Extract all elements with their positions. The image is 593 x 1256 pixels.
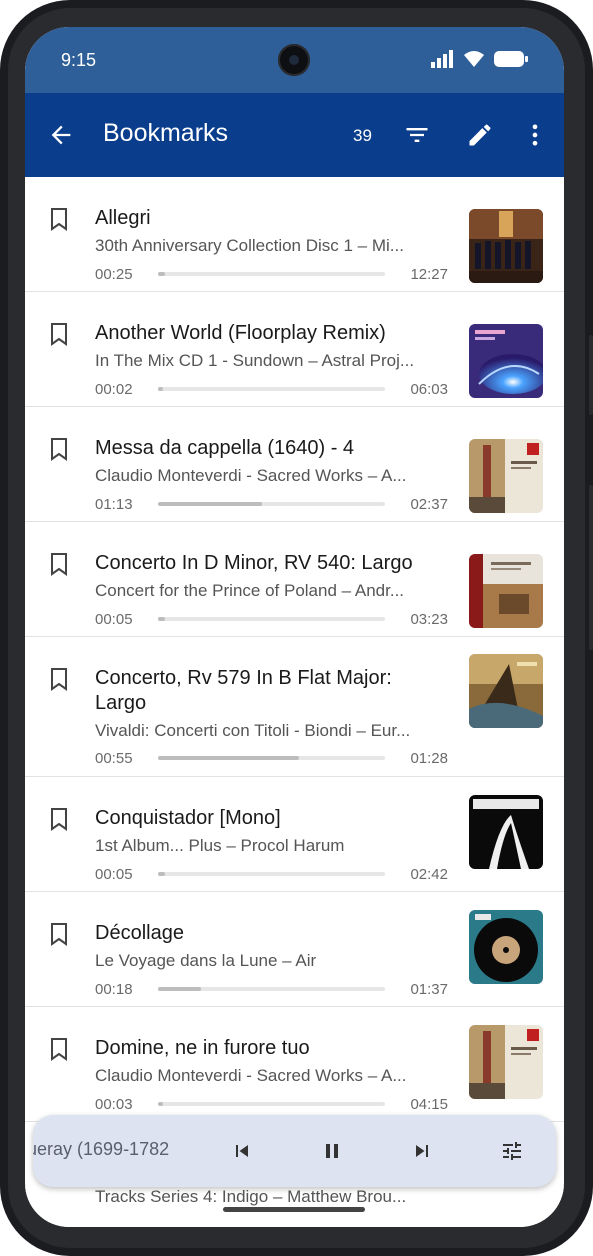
skip-previous-icon[interactable] (230, 1139, 254, 1163)
bookmark-count: 39 (353, 126, 372, 145)
arrow-back-icon[interactable] (47, 121, 75, 149)
album-art (469, 554, 543, 628)
progress-fill (158, 502, 263, 506)
track-duration: 03:23 (410, 611, 448, 628)
bookmark-list: Allegri 30th Anniversary Collection Disc… (25, 177, 564, 1122)
more-vert-icon[interactable] (521, 121, 549, 149)
progress-track (158, 387, 385, 391)
track-duration: 02:37 (410, 496, 448, 513)
pause-icon[interactable] (320, 1139, 344, 1163)
progress-fill (158, 272, 165, 276)
track-title: Messa da cappella (1640) - 4 (95, 437, 355, 459)
track-title: Concerto In D Minor, RV 540: Largo (95, 552, 413, 574)
phone-frame: 9:15 Bookmarks 39 Allegri 30th Anniversa… (0, 0, 593, 1256)
track-subtitle: Le Voyage dans la Lune – Air (95, 951, 317, 970)
bookmark-outline-icon[interactable] (49, 552, 69, 576)
progress-fill (158, 617, 165, 621)
edit-pencil-icon[interactable] (466, 121, 494, 149)
battery-icon (494, 51, 528, 67)
signal-icon (431, 50, 453, 68)
track-subtitle: In The Mix CD 1 - Sundown – Astral Proj.… (95, 351, 415, 370)
equalizer-icon[interactable] (500, 1139, 524, 1163)
screen: 9:15 Bookmarks 39 Allegri 30th Anniversa… (25, 27, 564, 1227)
bookmark-position: 00:03 (95, 1096, 133, 1113)
track-title: Another World (Floorplay Remix) (95, 322, 386, 344)
track-duration: 01:28 (410, 750, 448, 767)
track-subtitle: 30th Anniversary Collection Disc 1 – Mi.… (95, 236, 404, 255)
progress-fill (158, 387, 163, 391)
bookmark-position: 00:18 (95, 981, 133, 998)
bookmark-position: 00:55 (95, 750, 133, 767)
track-title: Décollage (95, 922, 184, 944)
bookmark-row[interactable]: Concerto, Rv 579 In B Flat Major: Largo … (25, 637, 564, 777)
progress-fill (158, 756, 299, 760)
track-title: Domine, ne in furore tuo (95, 1037, 310, 1059)
track-subtitle: Vivaldi: Concerti con Titoli - Biondi – … (95, 721, 411, 740)
progress-fill (158, 987, 202, 991)
bookmark-position: 00:05 (95, 611, 133, 628)
filter-icon[interactable] (403, 121, 431, 149)
skip-next-icon[interactable] (410, 1139, 434, 1163)
album-art (469, 439, 543, 513)
bookmark-outline-icon[interactable] (49, 667, 69, 691)
front-camera (278, 44, 310, 76)
bookmark-position: 00:02 (95, 381, 133, 398)
bookmark-outline-icon[interactable] (49, 807, 69, 831)
status-bar: 9:15 (25, 27, 564, 93)
bookmark-row[interactable]: Décollage Le Voyage dans la Lune – Air 0… (25, 892, 564, 1007)
album-art (469, 209, 543, 283)
wifi-icon (464, 51, 484, 67)
album-art (469, 910, 543, 984)
gesture-home-bar[interactable] (223, 1207, 365, 1212)
progress-track (158, 1102, 385, 1106)
bookmark-row[interactable]: Allegri 30th Anniversary Collection Disc… (25, 177, 564, 292)
track-title: Concerto, Rv 579 In B Flat Major: Largo (95, 667, 392, 714)
bookmark-position: 00:25 (95, 266, 133, 283)
track-duration: 02:42 (410, 866, 448, 883)
track-duration: 06:03 (410, 381, 448, 398)
track-subtitle: Claudio Monteverdi - Sacred Works – A... (95, 1066, 407, 1085)
bookmark-outline-icon[interactable] (49, 437, 69, 461)
progress-track (158, 987, 385, 991)
progress-fill (158, 1102, 163, 1106)
album-art (469, 324, 543, 398)
volume-button (589, 485, 593, 650)
track-subtitle: Concert for the Prince of Poland – Andr.… (95, 581, 405, 600)
bookmark-row[interactable]: Another World (Floorplay Remix) In The M… (25, 292, 564, 407)
status-icons (430, 50, 528, 68)
track-subtitle: Tracks Series 4: Indigo – Matthew Brou..… (95, 1187, 407, 1206)
bookmark-row[interactable]: Conquistador [Mono] 1st Album... Plus – … (25, 777, 564, 892)
track-duration: 01:37 (410, 981, 448, 998)
bookmark-row[interactable]: Messa da cappella (1640) - 4 Claudio Mon… (25, 407, 564, 522)
bookmark-position: 00:05 (95, 866, 133, 883)
progress-track (158, 502, 385, 506)
progress-track (158, 272, 385, 276)
bookmark-position: 01:13 (95, 496, 133, 513)
mini-player[interactable]: ueray (1699-1782 (33, 1115, 556, 1187)
track-duration: 04:15 (410, 1096, 448, 1113)
album-art (469, 795, 543, 869)
bookmark-row[interactable]: Concerto In D Minor, RV 540: Largo Conce… (25, 522, 564, 637)
progress-track (158, 756, 385, 760)
status-time: 9:15 (61, 50, 97, 70)
album-art (469, 654, 543, 728)
album-art (469, 1025, 543, 1099)
bookmark-row[interactable]: Domine, ne in furore tuo Claudio Monteve… (25, 1007, 564, 1122)
bookmark-outline-icon[interactable] (49, 322, 69, 346)
progress-track (158, 617, 385, 621)
track-subtitle: 1st Album... Plus – Procol Harum (95, 836, 345, 855)
track-duration: 12:27 (410, 266, 448, 283)
track-title: Conquistador [Mono] (95, 807, 281, 829)
progress-fill (158, 872, 165, 876)
bookmark-outline-icon[interactable] (49, 207, 69, 231)
track-title: Allegri (95, 207, 151, 229)
track-subtitle: Claudio Monteverdi - Sacred Works – A... (95, 466, 407, 485)
page-title: Bookmarks (103, 119, 229, 147)
app-bar: Bookmarks 39 (25, 93, 564, 177)
now-playing-text: ueray (1699-1782 (33, 1139, 170, 1159)
progress-track (158, 872, 385, 876)
bookmark-outline-icon[interactable] (49, 922, 69, 946)
power-button (589, 335, 593, 415)
bookmark-outline-icon[interactable] (49, 1037, 69, 1061)
